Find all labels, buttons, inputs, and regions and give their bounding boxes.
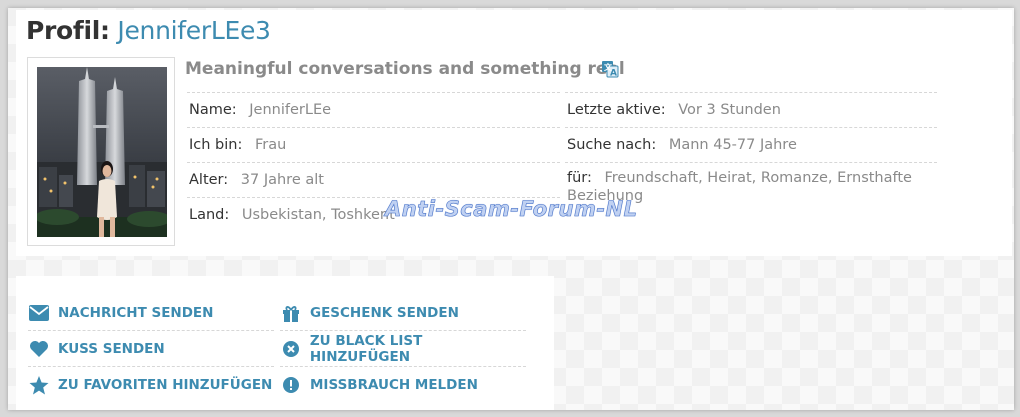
field-label: Land: (189, 207, 230, 223)
field-label: Ich bin: (189, 137, 243, 153)
send-gift-button[interactable]: GESCHENK SENDEN (280, 295, 526, 331)
field-label: Letzte aktive: (567, 102, 666, 118)
field-value: 37 Jahre alt (240, 172, 324, 188)
watermark-text: Anti-Scam-Forum-NL (385, 197, 638, 222)
field-value: JenniferLEe (249, 102, 332, 118)
field-label: für: (567, 170, 592, 186)
star-icon (28, 374, 50, 396)
action-label: NACHRICHT SENDEN (58, 304, 214, 321)
profile-headline: Meaningful conversations and something r… (185, 59, 625, 79)
actions-card: NACHRICHT SENDEN GESCHENK SENDEN KUSS SE… (16, 276, 554, 410)
field-label: Alter: (189, 172, 229, 188)
send-message-button[interactable]: NACHRICHT SENDEN (28, 295, 274, 331)
info-column-right: Letzte aktive: Vor 3 Stunden Suche nach:… (565, 92, 937, 204)
svg-text:A: A (610, 69, 617, 79)
add-to-favorites-button[interactable]: ZU FAVORITEN HINZUFÜGEN (28, 367, 274, 403)
action-label: ZU BLACK LIST HINZUFÜGEN (309, 332, 423, 365)
field-label: Suche nach: (567, 137, 657, 153)
alert-icon (280, 374, 302, 396)
field-value: Frau (254, 137, 287, 153)
action-label: MISSBRAUCH MELDEN (310, 377, 478, 393)
info-row-looking-for: Suche nach: Mann 45-77 Jahre (565, 127, 937, 162)
field-value: Vor 3 Stunden (678, 102, 781, 118)
profile-username: JenniferLEe3 (117, 16, 271, 45)
info-row-purpose: für: Freundschaft, Heirat, Romanze, Erns… (565, 162, 937, 204)
field-value: Usbekistan, Toshkent (241, 207, 395, 223)
info-row-last-active: Letzte aktive: Vor 3 Stunden (565, 92, 937, 127)
field-value: Mann 45-77 Jahre (668, 137, 797, 153)
action-label: ZU FAVORITEN HINZUFÜGEN (58, 377, 273, 393)
block-x-icon (280, 338, 302, 360)
info-row-gender: Ich bin: Frau (187, 127, 560, 162)
field-label: Name: (189, 102, 237, 118)
info-row-age: Alter: 37 Jahre alt (187, 162, 560, 197)
action-label: GESCHENK SENDEN (310, 304, 459, 321)
add-to-blacklist-button[interactable]: ZU BLACK LIST HINZUFÜGEN (280, 331, 526, 367)
translate-icon[interactable]: 文 A (601, 60, 619, 79)
page-title: Profil: JenniferLEe3 (26, 16, 271, 45)
profile-photo-frame[interactable] (27, 57, 175, 246)
title-prefix: Profil: (26, 16, 110, 45)
info-row-name: Name: JenniferLEe (187, 92, 560, 127)
report-abuse-button[interactable]: MISSBRAUCH MELDEN (280, 367, 526, 403)
send-kiss-button[interactable]: KUSS SENDEN (28, 331, 274, 367)
gift-icon (280, 302, 302, 324)
heart-icon (28, 338, 50, 360)
action-label: KUSS SENDEN (58, 340, 165, 357)
envelope-icon (28, 302, 50, 324)
profile-photo[interactable] (37, 67, 167, 237)
